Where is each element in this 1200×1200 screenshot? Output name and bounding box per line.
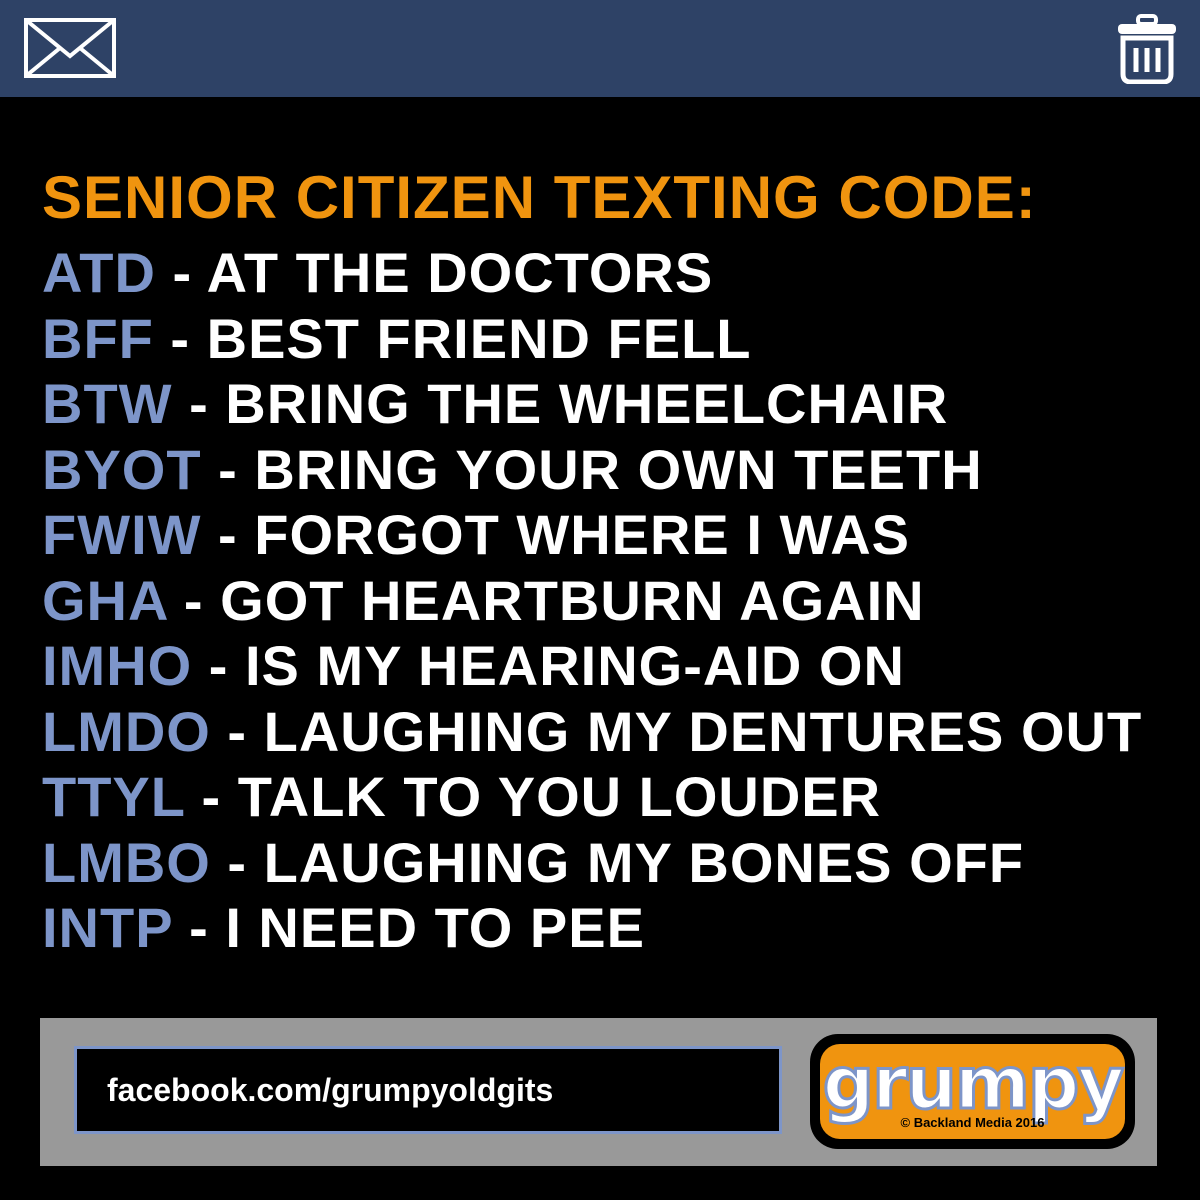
page-title: SENIOR CITIZEN TEXTING CODE: <box>42 164 1037 231</box>
logo-copyright: © Backland Media 2016 <box>900 1115 1045 1130</box>
code-abbreviation: FWIW <box>42 503 202 566</box>
list-item: INTP - I NEED TO PEE <box>42 895 1142 961</box>
list-item: LMBO - LAUGHING MY BONES OFF <box>42 830 1142 896</box>
list-item: LMDO - LAUGHING MY DENTURES OUT <box>42 699 1142 765</box>
code-meaning: - AT THE DOCTORS <box>155 241 714 304</box>
list-item: GHA - GOT HEARTBURN AGAIN <box>42 568 1142 634</box>
code-abbreviation: IMHO <box>42 634 193 697</box>
code-list: ATD - AT THE DOCTORS BFF - BEST FRIEND F… <box>42 240 1142 961</box>
code-abbreviation: BYOT <box>42 437 202 501</box>
code-abbreviation: GHA <box>42 568 168 632</box>
code-meaning: - FORGOT WHERE I WAS <box>201 503 911 566</box>
code-meaning: - I NEED TO PEE <box>172 896 645 959</box>
list-item: TTYL - TALK TO YOU LOUDER <box>42 764 1142 830</box>
code-abbreviation: LMBO <box>42 830 211 894</box>
list-item: BTW - BRING THE WHEELCHAIR <box>42 371 1142 437</box>
code-abbreviation: BTW <box>42 372 173 435</box>
code-abbreviation: INTP <box>42 896 173 959</box>
grumpy-logo: grumpy © Backland Media 2016 <box>810 1034 1135 1149</box>
code-meaning: - BEST FRIEND FELL <box>153 306 752 370</box>
list-item: IMHO - IS MY HEARING-AID ON <box>42 633 1142 699</box>
code-abbreviation: ATD <box>42 241 156 304</box>
code-meaning: - BRING THE WHEELCHAIR <box>172 372 949 435</box>
facebook-link-box[interactable]: facebook.com/grumpyoldgits <box>74 1046 782 1134</box>
code-abbreviation: LMDO <box>42 699 211 763</box>
code-meaning: - TALK TO YOU LOUDER <box>184 765 882 828</box>
list-item: BFF - BEST FRIEND FELL <box>42 306 1142 372</box>
code-meaning: - IS MY HEARING-AID ON <box>192 634 905 697</box>
list-item: FWIW - FORGOT WHERE I WAS <box>42 502 1142 568</box>
footer-panel: facebook.com/grumpyoldgits grumpy © Back… <box>40 1018 1157 1166</box>
top-bar <box>0 0 1200 97</box>
logo-background: grumpy © Backland Media 2016 <box>820 1044 1125 1139</box>
code-meaning: - LAUGHING MY BONES OFF <box>210 830 1025 894</box>
code-abbreviation: TTYL <box>42 765 185 828</box>
list-item: BYOT - BRING YOUR OWN TEETH <box>42 437 1142 503</box>
code-abbreviation: BFF <box>42 306 154 370</box>
code-meaning: - GOT HEARTBURN AGAIN <box>167 568 925 632</box>
trash-can-icon[interactable] <box>1116 14 1178 84</box>
facebook-link[interactable]: facebook.com/grumpyoldgits <box>107 1049 553 1131</box>
code-meaning: - LAUGHING MY DENTURES OUT <box>210 699 1143 763</box>
list-item: ATD - AT THE DOCTORS <box>42 240 1142 306</box>
envelope-icon[interactable] <box>24 18 116 78</box>
code-meaning: - BRING YOUR OWN TEETH <box>201 437 983 501</box>
